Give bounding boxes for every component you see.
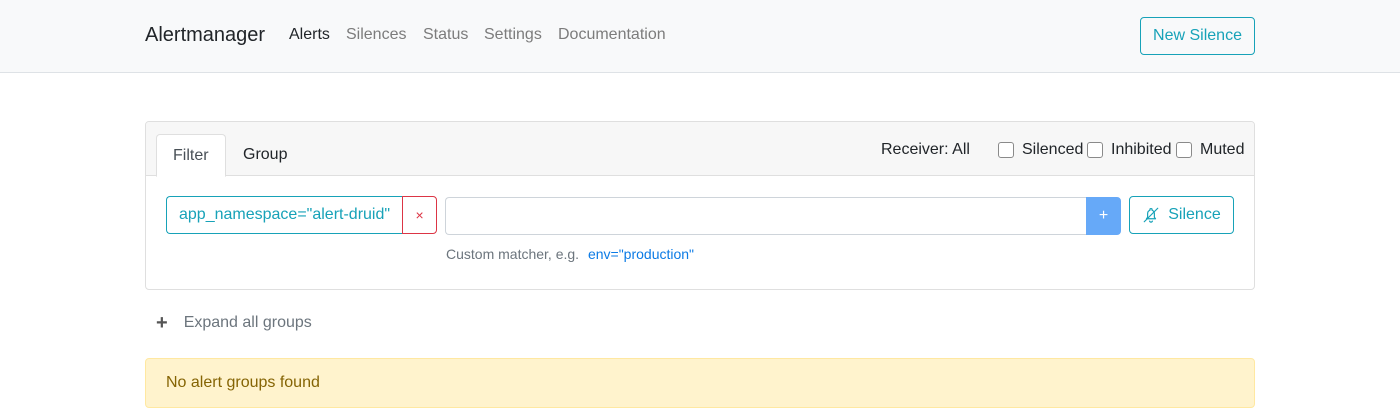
tab-group[interactable]: Group: [227, 134, 303, 177]
receiver-selector[interactable]: Receiver: All: [881, 141, 970, 159]
matcher-input[interactable]: [445, 197, 1087, 235]
nav-documentation[interactable]: Documentation: [558, 26, 666, 44]
top-navbar: Alertmanager Alerts Silences Status Sett…: [0, 0, 1400, 73]
new-silence-button[interactable]: New Silence: [1140, 17, 1255, 55]
add-matcher-button[interactable]: +: [1086, 197, 1121, 235]
expand-all-groups-label: Expand all groups: [183, 314, 312, 331]
nav-settings[interactable]: Settings: [484, 26, 542, 44]
silenced-checkbox-wrap[interactable]: Silenced: [998, 141, 1083, 159]
remove-matcher-icon[interactable]: ×: [402, 196, 438, 234]
nav-alerts[interactable]: Alerts: [289, 26, 330, 44]
inhibited-checkbox[interactable]: [1087, 142, 1103, 158]
matcher-hint-example[interactable]: env="production": [588, 246, 694, 262]
active-matcher-label[interactable]: app_namespace="alert-druid": [166, 196, 403, 234]
silence-button[interactable]: Silence: [1129, 196, 1234, 234]
muted-checkbox-wrap[interactable]: Muted: [1176, 141, 1244, 159]
silenced-label: Silenced: [1022, 141, 1084, 158]
brand-logo[interactable]: Alertmanager: [145, 24, 265, 47]
silenced-checkbox[interactable]: [998, 142, 1014, 158]
matcher-hint: Custom matcher, e.g. env="production": [446, 246, 694, 262]
silence-button-label: Silence: [1168, 206, 1221, 223]
filter-card: Filter Group Receiver: All Silenced Inhi…: [145, 121, 1255, 290]
inhibited-label: Inhibited: [1111, 141, 1172, 158]
active-matcher-chip: app_namespace="alert-druid" ×: [166, 196, 438, 234]
nav-silences[interactable]: Silences: [346, 26, 406, 44]
bell-slash-icon: [1143, 207, 1159, 223]
tab-filter[interactable]: Filter: [156, 134, 226, 177]
muted-label: Muted: [1200, 141, 1245, 158]
inhibited-checkbox-wrap[interactable]: Inhibited: [1087, 141, 1172, 159]
no-alert-groups-message: No alert groups found: [145, 358, 1255, 408]
expand-all-groups-button[interactable]: + Expand all groups: [156, 312, 312, 334]
matcher-hint-text: Custom matcher, e.g.: [446, 246, 580, 262]
muted-checkbox[interactable]: [1176, 142, 1192, 158]
plus-icon: +: [156, 312, 168, 334]
nav-status[interactable]: Status: [423, 26, 468, 44]
filter-card-header: Filter Group Receiver: All Silenced Inhi…: [146, 122, 1254, 177]
